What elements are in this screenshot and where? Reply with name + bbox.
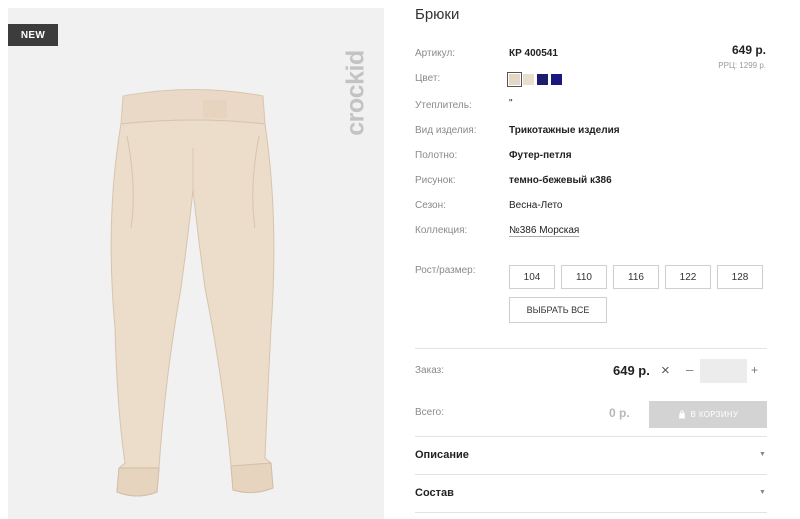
product-type-value: Трикотажные изделия xyxy=(509,125,620,136)
article-value: КР 400541 xyxy=(509,48,558,59)
close-icon[interactable]: × xyxy=(661,362,670,379)
color-swatches xyxy=(507,72,562,87)
pattern-value: темно-бежевый к386 xyxy=(509,175,612,186)
minus-icon[interactable]: – xyxy=(686,362,693,377)
select-all-sizes-button[interactable]: ВЫБРАТЬ ВСЕ xyxy=(509,297,607,323)
brand-logo: crockid xyxy=(341,50,370,136)
total-value: 0 р. xyxy=(609,406,630,420)
chevron-down-icon[interactable]: ▼ xyxy=(759,451,766,458)
color-swatch[interactable] xyxy=(507,72,522,87)
cart-icon xyxy=(678,410,685,419)
fabric-label: Полотно: xyxy=(415,150,458,161)
total-label: Всего: xyxy=(415,407,444,418)
size-button[interactable]: 116 xyxy=(613,265,659,289)
size-button[interactable]: 110 xyxy=(561,265,607,289)
size-label: Рост/размер: xyxy=(415,265,476,276)
collection-link[interactable]: №386 Морская xyxy=(509,225,579,236)
collection-label: Коллекция: xyxy=(415,225,468,236)
season-label: Сезон: xyxy=(415,200,446,211)
composition-accordion[interactable]: Состав xyxy=(415,487,454,499)
order-price: 649 р. xyxy=(613,363,650,378)
season-value: Весна-Лето xyxy=(509,200,563,211)
order-label: Заказ: xyxy=(415,365,445,376)
pattern-label: Рисунок: xyxy=(415,175,456,186)
product-type-label: Вид изделия: xyxy=(415,125,477,136)
pants-image xyxy=(110,89,275,497)
product-photo[interactable]: NEW crockid xyxy=(8,8,384,519)
size-button[interactable]: 122 xyxy=(665,265,711,289)
divider xyxy=(415,474,767,475)
new-badge: NEW xyxy=(8,24,58,46)
chevron-down-icon[interactable]: ▼ xyxy=(759,489,766,496)
insulation-label: Утеплитель: xyxy=(415,100,472,111)
quantity-input[interactable] xyxy=(700,359,747,383)
brand-watermark: crockid xyxy=(338,18,374,168)
add-to-cart-label: В КОРЗИНУ xyxy=(690,410,739,419)
color-swatch[interactable] xyxy=(551,74,562,85)
fabric-value: Футер-петля xyxy=(509,150,572,161)
size-button[interactable]: 104 xyxy=(509,265,555,289)
size-button[interactable]: 128 xyxy=(717,265,763,289)
article-label: Артикул: xyxy=(415,48,456,59)
product-price: 649 р. xyxy=(731,43,766,57)
divider xyxy=(415,512,767,513)
product-rrp: РРЦ: 1299 р. xyxy=(718,61,766,70)
divider xyxy=(415,436,767,437)
color-swatch[interactable] xyxy=(523,74,534,85)
plus-icon[interactable]: + xyxy=(751,363,758,377)
color-swatch[interactable] xyxy=(537,74,548,85)
insulation-value: " xyxy=(509,98,513,109)
add-to-cart-button[interactable]: В КОРЗИНУ xyxy=(649,401,767,428)
divider xyxy=(415,348,767,349)
description-accordion[interactable]: Описание xyxy=(415,449,469,461)
color-label: Цвет: xyxy=(415,73,441,84)
size-options: 104 110 116 122 128 xyxy=(509,265,763,289)
product-title: Брюки xyxy=(415,6,460,23)
